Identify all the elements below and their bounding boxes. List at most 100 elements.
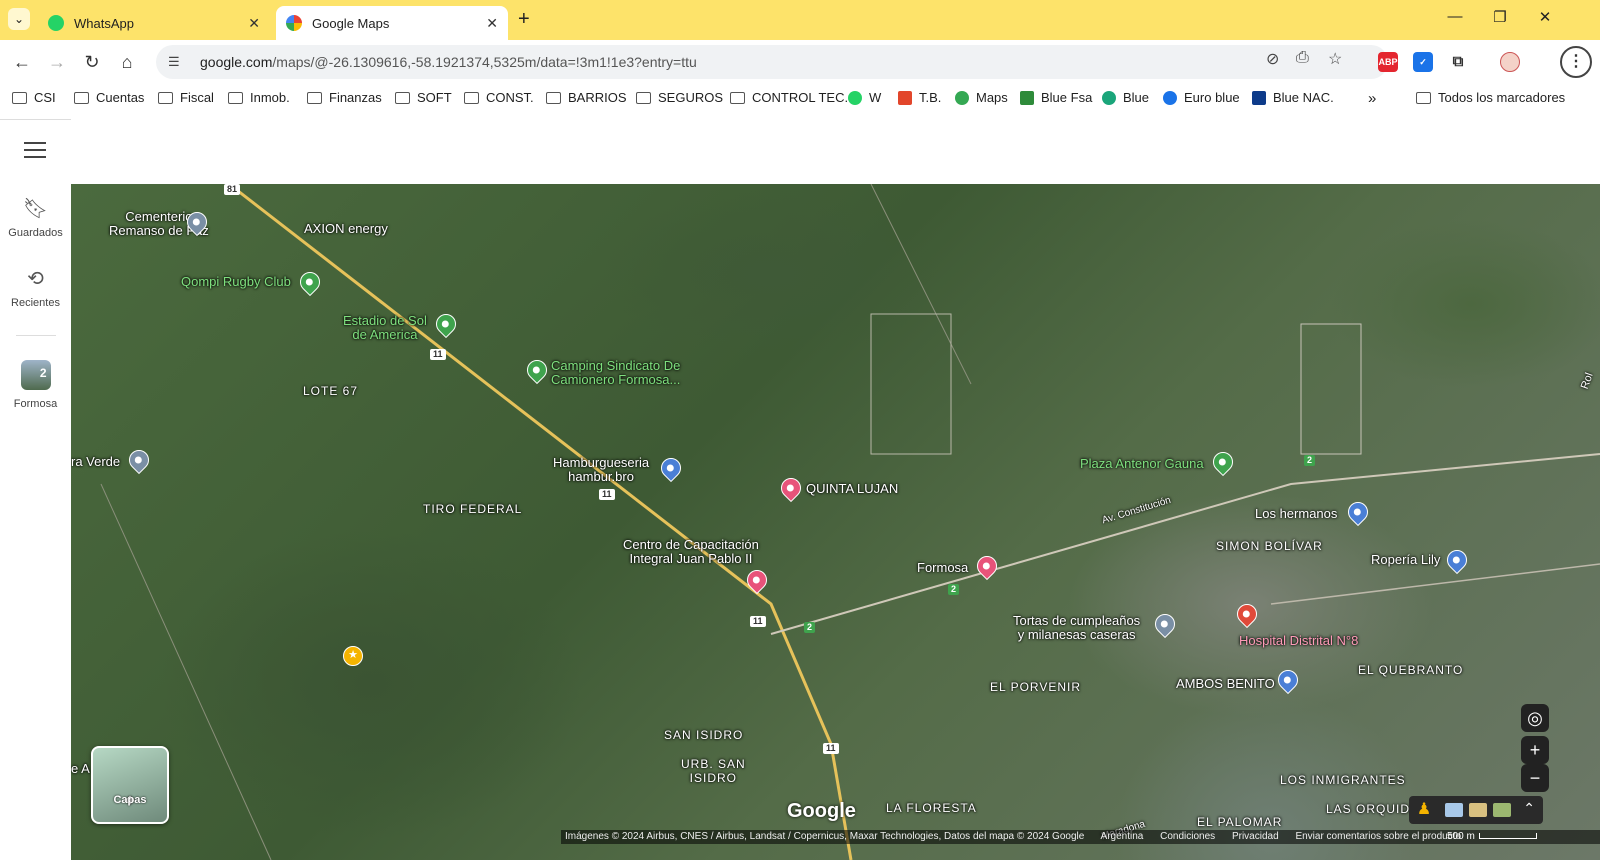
tab-search-icon[interactable]: ⌄ (8, 8, 30, 30)
folder-icon (730, 91, 745, 104)
menu-icon[interactable] (24, 142, 46, 158)
bookmark-folder-fiscal[interactable]: Fiscal (158, 90, 214, 105)
terrain-thumbnail[interactable] (1445, 803, 1463, 817)
map-label-san-isidro: SAN ISIDRO (664, 728, 744, 742)
bookmark-folder-cuentas[interactable]: Cuentas (74, 90, 144, 105)
bookmark-folder-soft[interactable]: SOFT (395, 90, 452, 105)
bookmark-star-icon[interactable]: ☆ (1328, 49, 1342, 69)
maps-header (71, 120, 1600, 184)
extensions-puzzle-icon[interactable]: ⧉ (1448, 52, 1468, 72)
bookmark-folder-barrios[interactable]: BARRIOS (546, 90, 627, 105)
bookmark-blue-nac[interactable]: Blue NAC. (1252, 90, 1334, 105)
map-type-thumbnails[interactable]: ⌃ (1439, 796, 1543, 824)
map-label-hamburgueseria[interactable]: Hamburgueseria hambur.bro (553, 456, 649, 484)
profile-avatar[interactable] (1500, 52, 1520, 72)
map-label-tiro-federal: TIRO FEDERAL (423, 502, 523, 516)
maps-pin-icon (955, 90, 969, 105)
bookmark-folder-seguros[interactable]: SEGUROS (636, 90, 723, 105)
saved-button[interactable]: 🔖︎ Guardados (0, 196, 71, 239)
street-view-pegman-icon[interactable]: ♟ (1409, 796, 1439, 824)
close-icon[interactable]: ✕ (248, 15, 260, 32)
map-label-ra-verde[interactable]: ra Verde (71, 455, 120, 469)
biking-thumbnail[interactable] (1493, 803, 1511, 817)
bookmark-folder-finanzas[interactable]: Finanzas (307, 90, 382, 105)
divider (16, 335, 56, 336)
map-label-tortas[interactable]: Tortas de cumpleaños y milanesas caseras (1013, 614, 1140, 642)
eye-off-icon[interactable]: ⊘ (1266, 49, 1279, 69)
my-location-button[interactable]: ◎ (1521, 704, 1549, 732)
adblock-plus-icon[interactable]: ABP (1378, 52, 1398, 72)
attribution-imagery[interactable]: Imágenes © 2024 Airbus, CNES / Airbus, L… (565, 831, 1084, 842)
bookmark-label: W (869, 90, 882, 105)
map-label-roperia-lily[interactable]: Ropería Lily (1371, 553, 1440, 567)
satellite-map[interactable]: Cementerio Remanso de Paz AXION energy Q… (71, 184, 1600, 860)
home-button[interactable]: ⌂ (115, 50, 139, 74)
bookmark-blue-fsa[interactable]: Blue Fsa (1020, 90, 1092, 105)
forward-button[interactable]: → (45, 50, 69, 74)
zoom-out-button[interactable]: − (1521, 764, 1549, 792)
map-label-los-hermanos[interactable]: Los hermanos (1255, 507, 1337, 521)
bookmark-folder-control-tec[interactable]: CONTROL TEC. (730, 90, 848, 105)
route-11-road (228, 184, 853, 860)
close-window-button[interactable]: ✕ (1530, 8, 1560, 26)
map-label-quinta-lujan[interactable]: QUINTA LUJAN (806, 482, 898, 496)
expand-icon[interactable]: ⌃ (1523, 800, 1535, 817)
route-shield-2: 2 (1304, 455, 1316, 466)
privacy-link[interactable]: Privacidad (1232, 831, 1279, 842)
map-label-plaza-antenor-gauna[interactable]: Plaza Antenor Gauna (1080, 457, 1204, 471)
layers-button[interactable]: ◈ Capas (91, 746, 169, 824)
map-label-estadio[interactable]: Estadio de Sol de America (343, 314, 427, 342)
site-info-icon[interactable]: ☰ (168, 54, 188, 70)
bookmark-folder-const[interactable]: CONST. (464, 90, 534, 105)
url-host: google.com (200, 54, 273, 70)
route-shield-2: 2 (804, 622, 816, 633)
bookmark-blue[interactable]: Blue (1102, 90, 1149, 105)
address-bar[interactable]: ☰ google.com/maps/@-26.1309616,-58.19213… (156, 45, 1388, 79)
tab-whatsapp[interactable]: WhatsApp ✕ (38, 6, 270, 40)
map-label-axion[interactable]: AXION energy (304, 222, 388, 236)
bookmark-euro-blue[interactable]: Euro blue (1163, 90, 1240, 105)
feedback-link[interactable]: Enviar comentarios sobre el producto (1295, 831, 1461, 842)
bookmark-tb[interactable]: T.B. (898, 90, 941, 105)
saved-star-icon[interactable]: ★ (343, 646, 363, 666)
map-label-qompi[interactable]: Qompi Rugby Club (181, 275, 291, 289)
terms-link[interactable]: Condiciones (1160, 831, 1215, 842)
recent-button[interactable]: ⟲ Recientes (0, 266, 71, 309)
map-label-formosa[interactable]: Formosa (917, 561, 968, 575)
todo-extension-icon[interactable]: ✓ (1413, 52, 1433, 72)
blue-fsa-site-icon (1020, 90, 1034, 105)
more-bookmarks-button[interactable]: » (1368, 90, 1376, 107)
whatsapp-icon (48, 15, 64, 31)
map-label-centro-capacitacion[interactable]: Centro de Capacitación Integral Juan Pab… (623, 538, 759, 566)
map-label-simon-bolivar: SIMON BOLÍVAR (1216, 539, 1323, 553)
recent-place-label: Formosa (13, 398, 58, 410)
google-logo: Google (787, 800, 856, 822)
bookmark-folder-all[interactable]: Todos los marcadores (1416, 90, 1565, 105)
browser-menu-button[interactable]: ⋮ (1560, 46, 1592, 78)
scale-bar[interactable]: 500 m (1447, 830, 1537, 844)
recent-place-formosa[interactable]: 2 Formosa (0, 360, 71, 410)
folder-icon (12, 91, 27, 104)
bookmark-folder-csi[interactable]: CSI (12, 90, 56, 105)
map-label-hospital[interactable]: Hospital Distrital N°8 (1239, 634, 1358, 648)
minimize-button[interactable]: — (1440, 8, 1470, 25)
reload-button[interactable]: ↻ (80, 50, 104, 74)
attribution-country[interactable]: Argentina (1101, 831, 1144, 842)
new-tab-button[interactable]: + (518, 8, 530, 31)
close-icon[interactable]: ✕ (486, 15, 498, 32)
traffic-thumbnail[interactable] (1469, 803, 1487, 817)
bookmark-folder-inmob[interactable]: Inmob. (228, 90, 290, 105)
bookmark-icon: 🔖︎ (22, 198, 49, 220)
tab-google-maps[interactable]: Google Maps ✕ (276, 6, 508, 40)
map-label-ambos-benito[interactable]: AMBOS BENITO (1176, 677, 1275, 691)
map-label-el-palomar: EL PALOMAR (1197, 815, 1283, 829)
grid-block (1300, 323, 1362, 455)
zoom-in-button[interactable]: + (1521, 736, 1549, 764)
install-app-icon[interactable]: ⎙ (1296, 49, 1309, 67)
restore-button[interactable]: ❐ (1485, 8, 1515, 26)
bookmark-label: » (1368, 90, 1377, 107)
map-label-camping[interactable]: Camping Sindicato De Camionero Formosa..… (551, 359, 680, 387)
bookmark-w[interactable]: W (848, 90, 881, 105)
back-button[interactable]: ← (10, 50, 34, 74)
bookmark-maps[interactable]: Maps (955, 90, 1008, 105)
